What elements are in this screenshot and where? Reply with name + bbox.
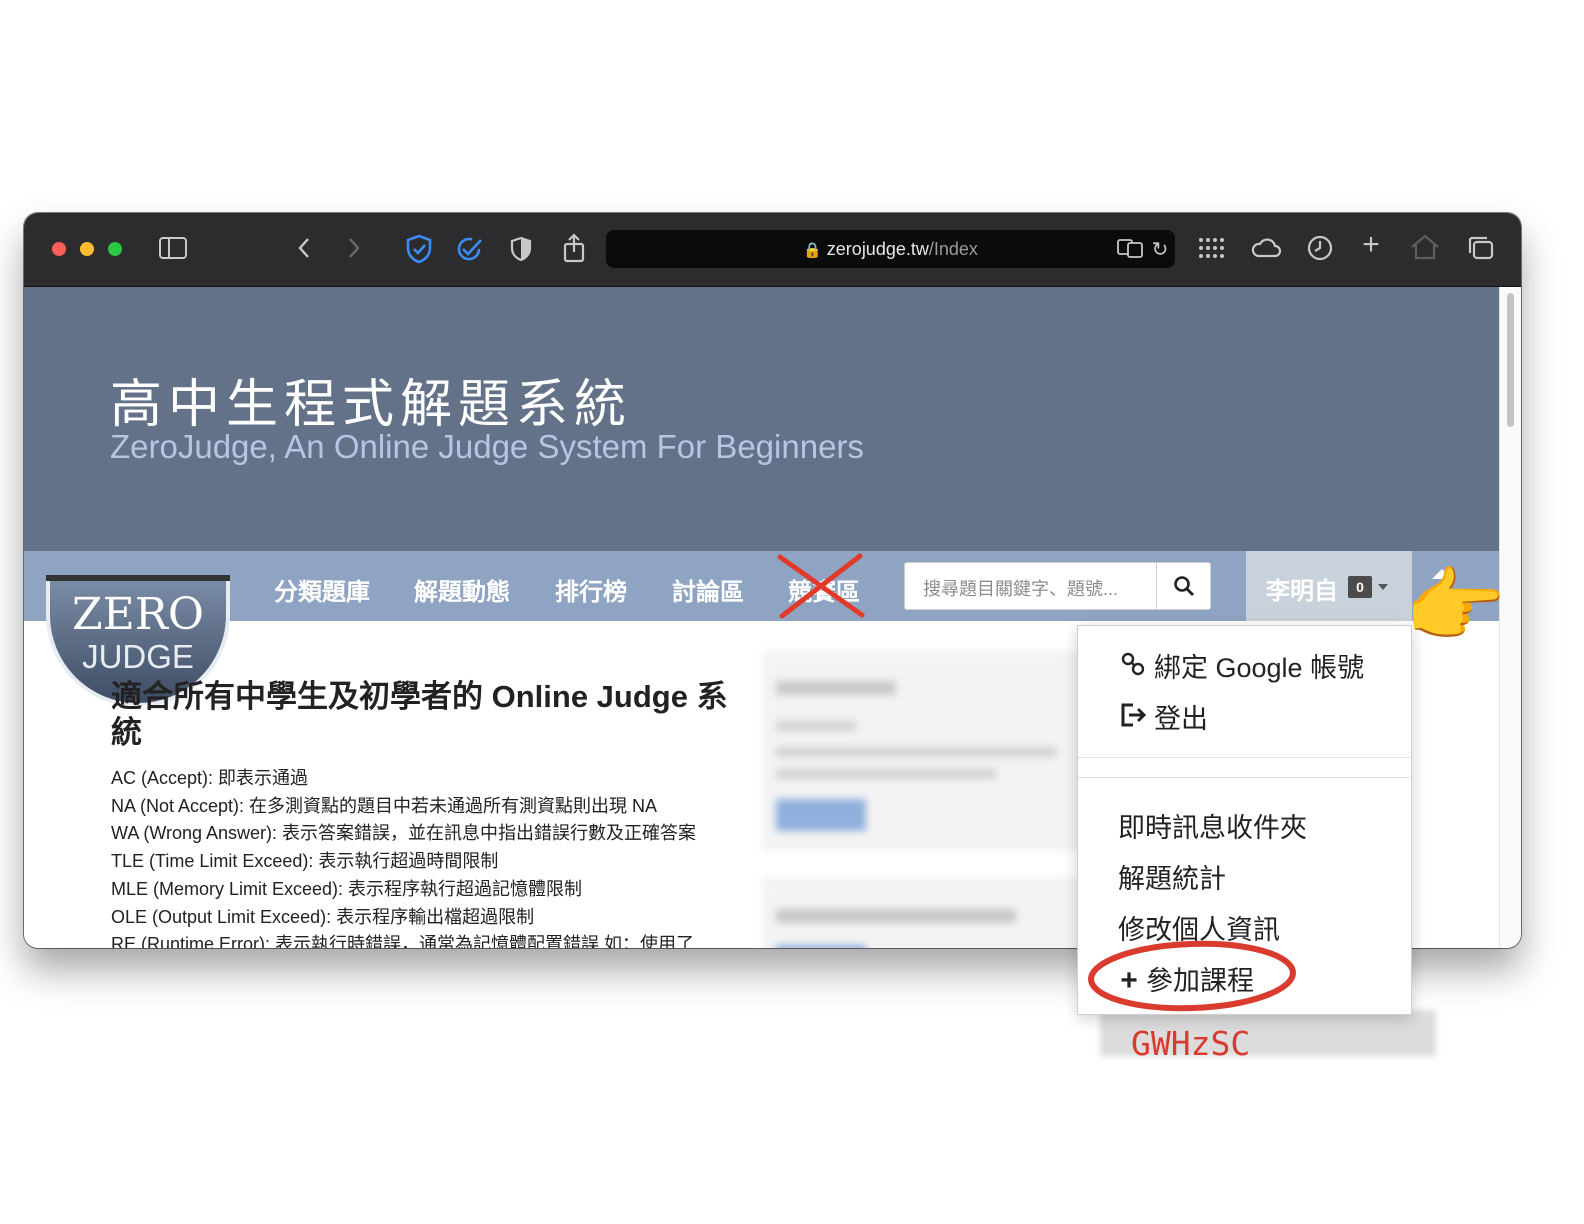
menu-item-label: 綁定 Google 帳號 [1154,653,1365,683]
search-button[interactable] [1156,563,1210,609]
menu-item-logout[interactable]: 登出 [1118,697,1208,736]
share-icon[interactable] [560,233,588,268]
scrollbar-thumb[interactable] [1507,293,1514,427]
menu-item-label: 登出 [1154,704,1208,734]
menu-item-bind-google[interactable]: 綁定 Google 帳號 [1118,646,1364,685]
menu-item-statistics[interactable]: 解題統計 [1118,857,1226,896]
close-window-button[interactable] [52,242,66,256]
home-icon[interactable] [1410,234,1440,265]
nav-ranking[interactable]: 排行榜 [555,572,627,607]
search-input[interactable]: 搜尋題目關鍵字、題號... [923,575,1118,601]
extensions-grid-icon[interactable] [1196,236,1226,265]
verdict-line: WA (Wrong Answer): 表示答案錯誤，並在訊息中指出錯誤行數及正確… [111,823,697,844]
logo-text-zero: ZERO [72,589,204,640]
logout-icon [1118,702,1148,735]
site-banner: 高中生程式解題系統 ZeroJudge, An Online Judge Sys… [24,287,1500,551]
verdict-line: RE (Runtime Error): 表示執行時錯誤，通常為記憶體配置錯誤 如… [111,934,695,948]
search-box: 搜尋題目關鍵字、題號... [904,562,1211,610]
tab-overview-icon[interactable] [1466,235,1496,266]
user-menu-toggle[interactable]: 李明自 0 [1246,551,1412,621]
main-navbar: 分類題庫 解題動態 排行榜 討論區 競賽區 搜尋題目關鍵字、題號... 李明自 … [24,551,1500,621]
verdict-line: NA (Not Accept): 在多測資點的題目中若未通過所有測資點則出現 N… [111,795,658,816]
highlight-circle [1088,940,1296,1012]
forward-icon[interactable] [342,236,366,265]
blurred-side-panel-2 [762,877,1082,948]
blurred-side-panel [762,651,1082,851]
nav-submissions[interactable]: 解題動態 [414,572,510,607]
shield-check-icon[interactable] [404,234,434,269]
user-name: 李明自 [1266,578,1338,605]
translate-icon[interactable] [1116,238,1144,264]
message-count-badge: 0 [1348,576,1372,598]
course-code-annotation: GWHzSC [1131,1024,1251,1063]
nav-forum[interactable]: 討論區 [672,572,744,607]
verdict-line: OLE (Output Limit Exceed): 表示程序輸出檔超過限制 [111,906,535,927]
verdict-line: MLE (Memory Limit Exceed): 表示程序執行超過記憶體限制 [111,878,583,899]
cloud-icon[interactable] [1250,236,1282,265]
minimize-window-button[interactable] [80,242,94,256]
verdict-line: TLE (Time Limit Exceed): 表示執行超過時間限制 [111,851,499,872]
reload-icon[interactable]: ↻ [1149,238,1171,262]
cross-out-mark [777,553,865,619]
chevron-down-icon [1378,584,1388,590]
search-icon [1174,576,1194,596]
maximize-window-button[interactable] [108,242,122,256]
menu-divider [1078,757,1411,758]
pointing-hand-icon: 👉 [1404,561,1507,652]
site-title: 高中生程式解題系統 [110,375,633,435]
back-icon[interactable] [292,236,316,265]
new-tab-plus-icon[interactable]: + [1358,230,1384,260]
logo-text-judge: JUDGE [82,638,194,675]
url-path: /Index [928,239,978,259]
nav-problem-bank[interactable]: 分類題庫 [274,572,370,607]
privacy-shield-icon[interactable] [508,236,534,267]
url-host: zerojudge.tw [826,239,929,259]
verdict-list: AC (Accept): 即表示通過 NA (Not Accept): 在多測資… [111,765,696,948]
browser-toolbar: 🔒 zerojudge.tw/Index ↻ + [24,213,1521,287]
verdict-line: AC (Accept): 即表示通過 [111,768,309,788]
link-icon [1118,651,1148,684]
page-heading: 適合所有中學生及初學者的 Online Judge 系統 [111,679,728,750]
checkmark-extension-icon[interactable] [454,234,484,269]
history-clock-icon[interactable] [1306,235,1334,266]
menu-divider [1078,777,1411,778]
address-bar[interactable]: 🔒 zerojudge.tw/Index ↻ [606,230,1175,268]
site-subtitle: ZeroJudge, An Online Judge System For Be… [110,428,864,465]
url-text: 🔒 zerojudge.tw/Index [606,239,1175,260]
sidebar-toggle-icon[interactable] [158,237,188,264]
lock-icon: 🔒 [803,242,822,259]
menu-item-inbox[interactable]: 即時訊息收件夾 [1118,806,1307,845]
